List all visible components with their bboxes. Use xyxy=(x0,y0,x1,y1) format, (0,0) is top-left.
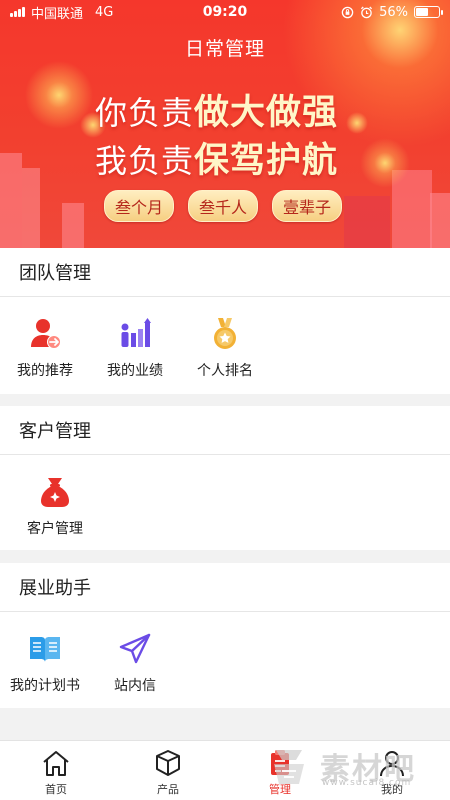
building-decoration xyxy=(344,196,390,248)
item-label: 个人排名 xyxy=(197,363,253,379)
building-decoration xyxy=(0,153,22,248)
tab-manage[interactable]: 管理 xyxy=(240,749,320,797)
my-recommend-button[interactable]: 我的推荐 xyxy=(0,317,90,380)
my-plan-button[interactable]: 我的计划书 xyxy=(0,632,90,695)
customer-management-section: 客户管理 客户管理 xyxy=(0,406,450,550)
firework-decoration xyxy=(360,138,410,188)
slogan-tags: 叁个月 叁千人 壹辈子 xyxy=(104,190,343,222)
tab-mine[interactable]: 我的 xyxy=(352,749,432,797)
slogan-line-2: 我负责保驾护航 xyxy=(95,132,338,183)
rotation-lock-icon xyxy=(341,6,354,18)
item-label: 我的推荐 xyxy=(17,363,73,379)
carrier-name: 中国联通 xyxy=(31,6,84,22)
slogan-line-1-emphasis: 做大做强 xyxy=(194,93,339,133)
paper-plane-icon xyxy=(119,633,151,664)
tab-home[interactable]: 首页 xyxy=(16,749,96,797)
customer-management-button[interactable]: 客户管理 xyxy=(10,475,100,538)
building-decoration xyxy=(22,168,40,248)
money-bag-icon xyxy=(41,478,69,507)
tab-label: 产品 xyxy=(157,783,179,796)
section-title: 客户管理 xyxy=(0,406,450,455)
header-banner: 中国联通 4G 09:20 56% 日常管理 你负责做大做强 我负责保驾护航 叁… xyxy=(0,0,450,248)
tab-products[interactable]: 产品 xyxy=(128,749,208,797)
signal-icon xyxy=(10,7,25,17)
battery-percent: 56% xyxy=(379,4,408,20)
home-icon xyxy=(43,751,69,776)
internal-message-button[interactable]: 站内信 xyxy=(90,632,180,695)
performance-icon xyxy=(121,318,151,347)
recommend-user-icon xyxy=(31,319,61,349)
tab-bar: 首页 产品 管理 我的 xyxy=(0,740,450,800)
slogan-tag: 壹辈子 xyxy=(272,190,343,222)
tab-label: 管理 xyxy=(269,783,291,796)
open-book-icon xyxy=(30,637,60,662)
slogan-line-1-prefix: 你负责 xyxy=(95,94,195,132)
manage-icon xyxy=(271,750,289,775)
my-performance-button[interactable]: 我的业绩 xyxy=(90,317,180,380)
item-label: 我的计划书 xyxy=(10,678,80,694)
status-bar: 中国联通 4G 09:20 56% xyxy=(0,0,450,24)
alarm-icon xyxy=(361,5,373,18)
building-decoration xyxy=(62,203,84,248)
section-title: 团队管理 xyxy=(0,248,450,297)
tab-label: 首页 xyxy=(45,783,67,796)
box-icon xyxy=(156,750,180,776)
page-title: 日常管理 xyxy=(184,38,265,60)
section-title: 展业助手 xyxy=(0,563,450,612)
slogan-line-1: 你负责做大做强 xyxy=(95,84,338,135)
business-assistant-section: 展业助手 我的计划书 站内信 xyxy=(0,563,450,708)
network-type: 4G xyxy=(95,4,114,20)
slogan-line-2-emphasis: 保驾护航 xyxy=(194,141,339,181)
slogan-line-2-prefix: 我负责 xyxy=(95,142,195,180)
item-label: 我的业绩 xyxy=(107,363,163,379)
item-label: 客户管理 xyxy=(27,521,83,537)
slogan-tag: 叁千人 xyxy=(188,190,259,222)
item-label: 站内信 xyxy=(114,678,156,694)
personal-ranking-button[interactable]: 个人排名 xyxy=(180,317,270,380)
building-decoration xyxy=(430,193,450,248)
firework-decoration xyxy=(346,112,368,134)
tab-label: 我的 xyxy=(381,783,403,796)
ranking-medal-icon xyxy=(214,318,236,349)
user-icon xyxy=(380,751,404,777)
battery-icon xyxy=(414,6,443,18)
slogan-tag: 叁个月 xyxy=(104,190,175,222)
team-management-section: 团队管理 我的推荐 我的业绩 个人排名 xyxy=(0,248,450,394)
